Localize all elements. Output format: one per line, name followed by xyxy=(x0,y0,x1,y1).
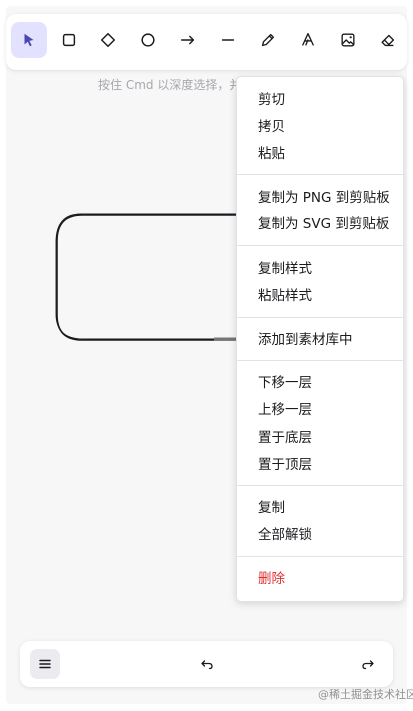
menu-item-send-backward[interactable]: 下移一层 xyxy=(258,374,312,392)
footer-bar xyxy=(20,641,393,687)
main-menu-button[interactable] xyxy=(30,649,60,679)
text-icon xyxy=(301,33,315,46)
menu-item-send-to-back[interactable]: 置于底层 xyxy=(258,429,312,447)
menu-item-copy-as-svg[interactable]: 复制为 SVG 到剪贴板 xyxy=(258,215,389,233)
line-icon xyxy=(221,39,235,41)
rectangle-icon xyxy=(62,33,76,47)
diamond-tool-button[interactable] xyxy=(90,22,126,58)
arrow-icon xyxy=(180,35,195,45)
eraser-icon xyxy=(381,34,395,47)
ellipse-icon xyxy=(141,33,155,47)
canvas-hint: 按住 Cmd 以深度选择，并 xyxy=(98,78,238,92)
menu-divider xyxy=(237,556,403,557)
menu-divider xyxy=(237,174,403,175)
menu-item-delete[interactable]: 删除 xyxy=(258,570,285,588)
shape-toolbar xyxy=(6,14,407,70)
menu-item-copy[interactable]: 拷贝 xyxy=(258,118,285,136)
menu-divider xyxy=(237,245,403,246)
undo-icon xyxy=(201,660,213,670)
selection-arrow-icon xyxy=(24,33,34,47)
rectangle-tool-button[interactable] xyxy=(51,22,87,58)
canvas-rectangle-shape[interactable] xyxy=(54,212,254,344)
menu-divider xyxy=(237,485,403,486)
menu-item-paste-styles[interactable]: 粘贴样式 xyxy=(258,287,312,305)
selection-tool-button[interactable] xyxy=(11,22,47,58)
menu-divider xyxy=(237,360,403,361)
image-tool-button[interactable] xyxy=(330,22,366,58)
menu-item-bring-to-front[interactable]: 置于顶层 xyxy=(258,456,312,474)
redo-icon xyxy=(362,660,374,670)
menu-item-cut[interactable]: 剪切 xyxy=(258,91,285,109)
undo-button[interactable] xyxy=(192,649,222,679)
menu-item-copy-as-png[interactable]: 复制为 PNG 到剪贴板 xyxy=(258,189,390,207)
menu-item-add-to-library[interactable]: 添加到素材库中 xyxy=(258,331,353,349)
pencil-icon xyxy=(261,33,275,47)
line-tool-button[interactable] xyxy=(210,22,246,58)
diamond-icon xyxy=(100,32,116,48)
context-menu: 剪切 拷贝 粘贴 复制为 PNG 到剪贴板 复制为 SVG 到剪贴板 复制样式 … xyxy=(236,76,404,602)
arrow-tool-button[interactable] xyxy=(170,22,206,58)
menu-item-duplicate[interactable]: 复制 xyxy=(258,499,285,517)
hamburger-icon xyxy=(39,659,51,669)
menu-item-bring-forward[interactable]: 上移一层 xyxy=(258,401,312,419)
menu-divider xyxy=(237,317,403,318)
menu-item-unlock-all[interactable]: 全部解锁 xyxy=(258,526,312,544)
redo-button[interactable] xyxy=(353,649,383,679)
image-icon xyxy=(341,33,355,47)
eraser-tool-button[interactable] xyxy=(370,22,406,58)
menu-item-copy-styles[interactable]: 复制样式 xyxy=(258,260,312,278)
draw-tool-button[interactable] xyxy=(250,22,286,58)
text-tool-button[interactable] xyxy=(290,22,326,58)
watermark: @稀土掘金技术社区 xyxy=(318,688,413,701)
ellipse-tool-button[interactable] xyxy=(130,22,166,58)
menu-item-paste[interactable]: 粘贴 xyxy=(258,145,285,163)
